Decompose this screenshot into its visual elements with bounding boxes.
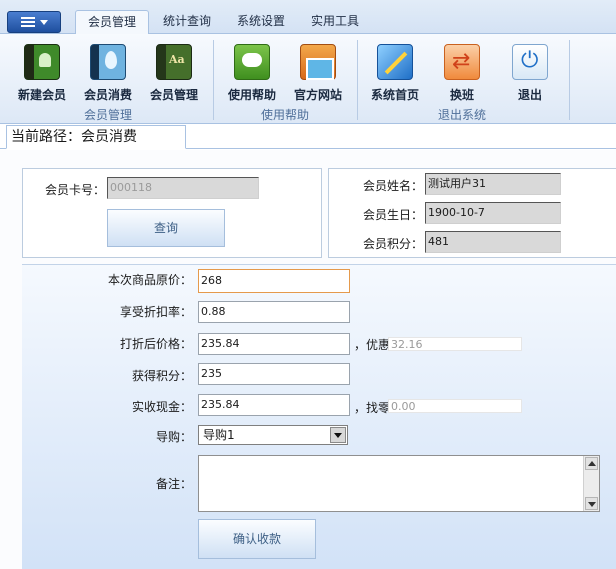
note-scrollbar[interactable] [583,456,599,511]
member-birthday-label: 会员生日： [362,208,423,222]
address-book-icon [156,44,192,80]
member-points-field[interactable]: 481 [425,231,561,253]
shift-label: 换班 [449,88,474,102]
ribbon-tab-bar: 会员管理 统计查询 系统设置 实用工具 [0,0,616,35]
earned-points-field[interactable]: 235 [198,363,350,385]
sales-guide-select[interactable]: 导购1 [198,425,348,445]
tab-member-management[interactable]: 会员管理 [75,10,149,35]
discount-rate-label: 享受折扣率： [119,305,192,319]
member-consume-form: 会员卡号： 000118 查询 会员姓名： 测试用户31 会员生日： 1900-… [0,150,616,569]
original-price-field[interactable]: 268 [198,269,350,293]
breadcrumb-bar: 当前路径：会员消费 [0,124,616,149]
card-number-label: 会员卡号： [44,183,105,197]
official-site-label: 官方网站 [293,88,342,102]
member-birthday-field[interactable]: 1900-10-7 [425,202,561,224]
swap-arrows-icon [444,44,480,80]
scroll-up-icon[interactable] [585,457,598,470]
discounted-price-label: 打折后价格： [119,337,192,351]
help-button[interactable]: 使用帮助 [224,44,280,103]
scroll-down-icon[interactable] [585,497,598,510]
card-number-field[interactable]: 000118 [107,177,259,199]
chevron-down-icon [39,19,48,25]
official-site-button[interactable]: 官方网站 [290,44,346,103]
water-drop-book-icon [90,44,126,80]
original-price-label: 本次商品原价： [107,273,192,287]
member-consume-button[interactable]: 会员消费 [80,44,136,103]
tab-settings[interactable]: 系统设置 [228,10,294,34]
home-button[interactable]: 系统首页 [366,44,424,103]
breadcrumb[interactable]: 当前路径：会员消费 [6,125,186,149]
contact-book-icon [24,44,60,80]
chat-bubble-icon [234,44,270,80]
tab-tools[interactable]: 实用工具 [302,10,368,34]
new-member-button[interactable]: 新建会员 [14,44,70,103]
discounted-price-field[interactable]: 235.84 [198,333,350,355]
menu-icon [20,17,35,27]
discount-rate-field[interactable]: 0.88 [198,301,350,323]
power-icon [512,44,548,80]
change-label: ，找零 [354,401,391,415]
card-lookup-panel: 会员卡号： 000118 查询 [22,168,322,258]
member-info-panel: 会员姓名： 测试用户31 会员生日： 1900-10-7 会员积分： 481 [328,168,616,258]
query-button[interactable]: 查询 [107,209,225,247]
group-title-exit: 退出系统 [437,108,486,122]
member-name-label: 会员姓名： [362,179,423,193]
member-consume-label: 会员消费 [83,88,132,102]
confirm-payment-button[interactable]: 确认收款 [198,519,316,559]
group-divider [213,40,214,120]
purchase-section: 本次商品原价： 268 享受折扣率： 0.88 打折后价格： 235.84 ，优… [22,264,616,569]
exit-button[interactable]: 退出 [502,44,558,103]
group-divider [357,40,358,120]
ribbon-toolbar: 新建会员 会员消费 会员管理 会员管理 使用帮助 官方网站 使用帮助 系统首页 … [0,34,616,124]
sales-guide-label: 导购： [155,430,192,444]
compass-icon [377,44,413,80]
note-label: 备注： [155,477,192,491]
cash-received-label: 实收现金： [131,400,192,414]
member-points-label: 会员积分： [362,237,423,251]
chevron-down-icon[interactable] [330,427,346,443]
home-label: 系统首页 [370,88,419,102]
group-title-member: 会员管理 [83,108,132,122]
sales-guide-value: 导购1 [203,428,235,442]
member-manage-button[interactable]: 会员管理 [146,44,202,103]
shift-button[interactable]: 换班 [434,44,490,103]
group-title-help: 使用帮助 [260,108,309,122]
saving-field[interactable]: 32.16 [388,337,522,351]
help-label: 使用帮助 [227,88,276,102]
storefront-icon [300,44,336,80]
exit-label: 退出 [517,88,542,102]
app-menu-button[interactable] [7,11,61,33]
member-name-field[interactable]: 测试用户31 [425,173,561,195]
change-field[interactable]: 0.00 [388,399,522,413]
tab-statistics[interactable]: 统计查询 [154,10,220,34]
new-member-label: 新建会员 [17,88,66,102]
member-manage-label: 会员管理 [149,88,198,102]
cash-received-field[interactable]: 235.84 [198,394,350,416]
saving-label: ，优惠 [354,338,391,352]
group-divider [569,40,570,120]
earned-points-label: 获得积分： [131,369,192,383]
note-textarea[interactable] [198,455,600,512]
